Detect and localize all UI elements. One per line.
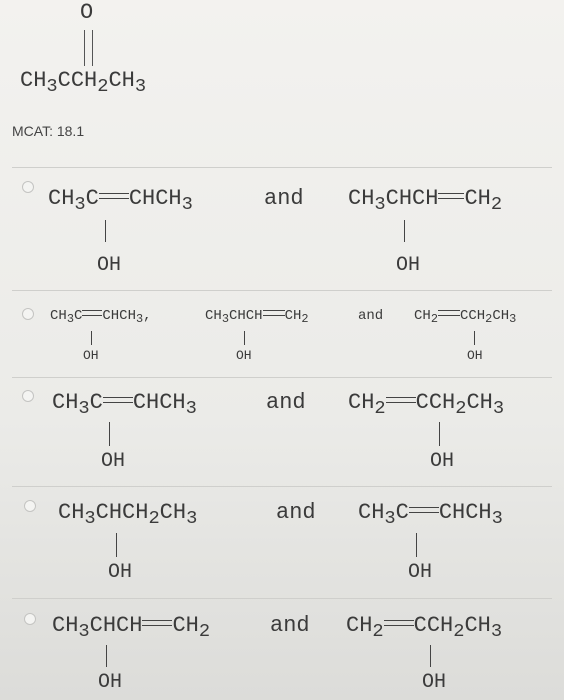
formula-right: CH3CHCH CH2: [348, 186, 503, 216]
connector-and: and: [266, 390, 306, 415]
double-bond: [383, 620, 414, 627]
double-bond: [438, 193, 465, 200]
radio-button[interactable]: [24, 613, 36, 625]
single-bond: [474, 331, 475, 345]
single-bond: [416, 533, 417, 557]
carbonyl-oxygen: O: [80, 0, 94, 25]
double-bond: [385, 397, 416, 404]
double-bond: [437, 310, 460, 317]
connector-and: and: [270, 613, 310, 638]
formula-left: CH3C CHCH3: [52, 390, 197, 420]
formula-first: CH3C CHCH3,: [50, 308, 152, 327]
hydroxyl-label: OH: [83, 348, 99, 363]
hydroxyl-label: OH: [236, 348, 252, 363]
carbonyl-double-bond: [84, 30, 93, 66]
single-bond: [105, 220, 106, 242]
double-bond: [98, 193, 129, 200]
connector-and: and: [276, 500, 316, 525]
hydroxyl-label: OH: [396, 254, 421, 277]
hydroxyl-label: OH: [408, 561, 433, 584]
formula-left: CH3CHCH2CH3: [58, 500, 198, 530]
double-bond: [262, 310, 285, 317]
question-formula: CH3CCH2CH3: [20, 68, 147, 98]
double-bond: [102, 397, 133, 404]
connector-and: and: [264, 186, 304, 211]
formula-right: CH2 CCH2CH3: [348, 390, 505, 420]
hydroxyl-label: OH: [101, 450, 126, 473]
answer-option-b[interactable]: CH3C CHCH3, OH CH3CHCH CH2 OH and CH2 CCH2C…: [0, 291, 564, 377]
radio-button[interactable]: [24, 500, 36, 512]
question-page: O CH3CCH2CH3 MCAT: 18.1 CH3C CHCH3 OH and…: [0, 0, 564, 700]
formula-second: CH3CHCH CH2: [205, 308, 309, 327]
double-bond: [142, 620, 173, 627]
single-bond: [404, 220, 405, 242]
single-bond: [109, 422, 110, 446]
single-bond: [244, 331, 245, 345]
formula-left: CH3CHCH CH2: [52, 613, 211, 643]
formula-right: CH3C CHCH3: [358, 500, 503, 530]
answer-option-c[interactable]: CH3C CHCH3 OH and CH2 CCH2CH3 OH: [0, 378, 564, 486]
single-bond: [106, 645, 107, 667]
mcat-label: MCAT: 18.1: [12, 123, 85, 139]
answer-option-a[interactable]: CH3C CHCH3 OH and CH3CHCH CH2 OH: [0, 168, 564, 286]
double-bond: [408, 507, 439, 514]
single-bond: [439, 422, 440, 446]
hydroxyl-label: OH: [97, 254, 122, 277]
hydroxyl-label: OH: [98, 671, 123, 694]
answer-option-d[interactable]: CH3CHCH2CH3 OH and CH3C CHCH3 OH: [0, 487, 564, 597]
hydroxyl-label: OH: [108, 561, 133, 584]
formula-left: CH3C CHCH3: [48, 186, 193, 216]
hydroxyl-label: OH: [467, 348, 483, 363]
hydroxyl-label: OH: [430, 450, 455, 473]
answer-option-e[interactable]: CH3CHCH CH2 OH and CH2 CCH2CH3 OH: [0, 599, 564, 700]
connector-and: and: [358, 308, 384, 324]
single-bond: [430, 645, 431, 667]
double-bond: [82, 310, 103, 317]
hydroxyl-label: OH: [422, 671, 447, 694]
single-bond: [91, 331, 92, 345]
formula-third: CH2 CCH2CH3: [414, 308, 517, 327]
single-bond: [116, 533, 117, 557]
formula-right: CH2 CCH2CH3: [346, 613, 503, 643]
radio-button[interactable]: [22, 181, 34, 193]
radio-button[interactable]: [22, 308, 34, 320]
radio-button[interactable]: [22, 390, 34, 402]
